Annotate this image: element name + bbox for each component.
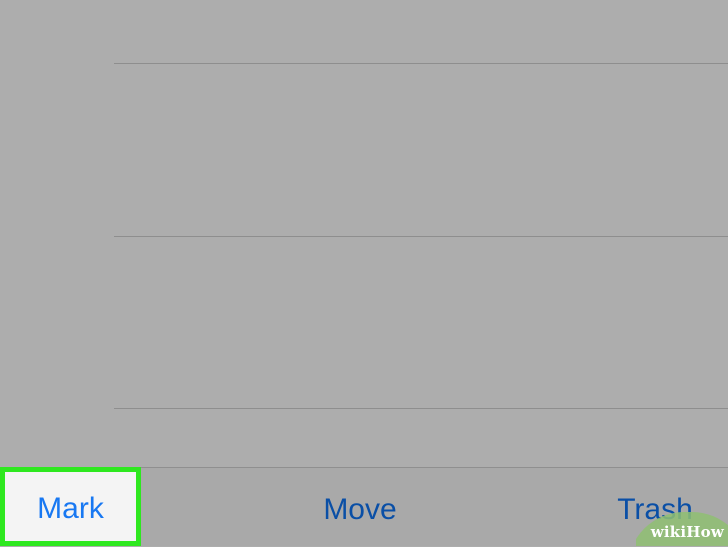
row-divider [114, 408, 728, 409]
mark-button[interactable]: Mark [0, 467, 141, 546]
message-row[interactable] [0, 0, 728, 63]
mail-list-screen: Mark Move Trash wikiHow [0, 0, 728, 546]
wikihow-watermark: wikiHow [636, 512, 728, 546]
watermark-text: wikiHow [650, 523, 724, 541]
move-button[interactable]: Move [290, 468, 430, 547]
row-divider [114, 236, 728, 237]
row-divider [114, 63, 728, 64]
message-row[interactable] [0, 236, 728, 408]
message-row[interactable] [0, 408, 728, 467]
message-row[interactable] [0, 63, 728, 236]
mark-button-label: Mark [37, 491, 104, 525]
bottom-toolbar: Mark Move Trash [0, 467, 728, 546]
move-button-label: Move [323, 492, 397, 526]
